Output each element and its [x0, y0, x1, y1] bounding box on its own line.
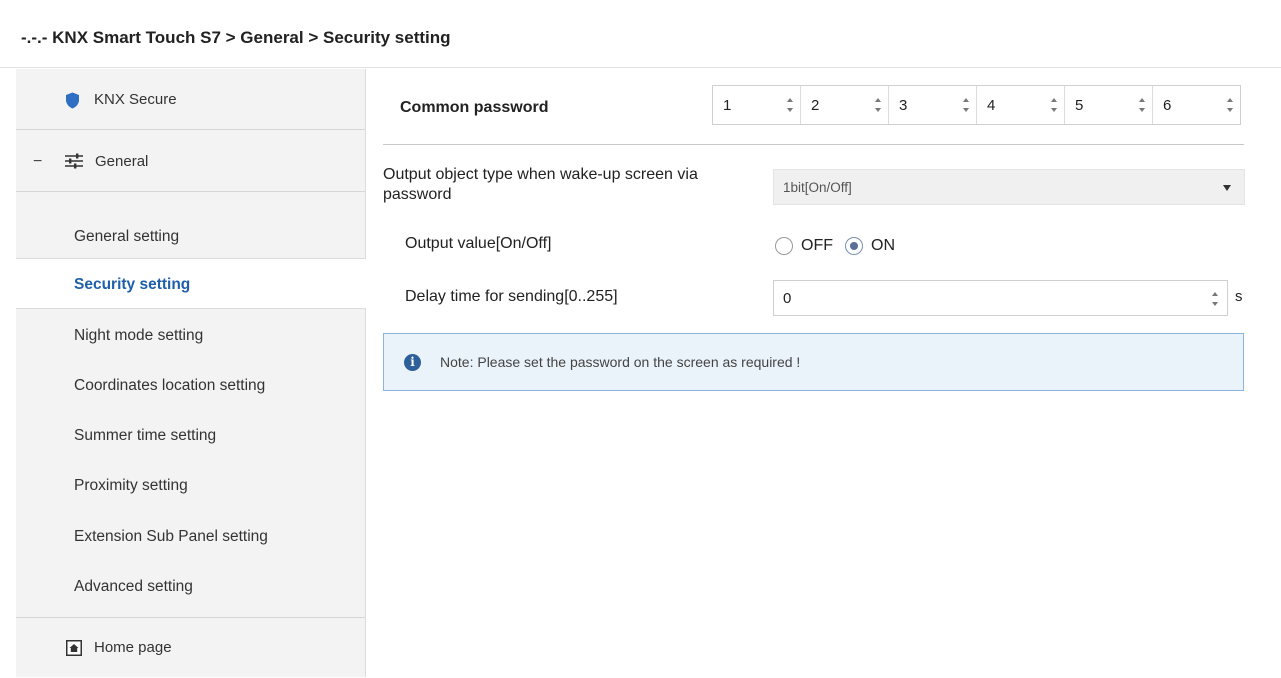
sidebar-item-knx-secure[interactable]: KNX Secure — [16, 69, 365, 130]
section-divider — [383, 144, 1244, 145]
note-text: Note: Please set the password on the scr… — [440, 354, 801, 370]
delay-time-value: 0 — [783, 290, 792, 307]
password-digit-value: 4 — [987, 97, 996, 114]
sidebar-item-summer-time-setting[interactable]: Summer time setting — [16, 410, 365, 461]
output-value-label: Output value[On/Off] — [405, 235, 552, 252]
radio-off-label[interactable]: OFF — [801, 237, 833, 255]
sidebar-item-coordinates-location-setting[interactable]: Coordinates location setting — [16, 360, 365, 411]
spinner-arrows-icon[interactable] — [1050, 96, 1058, 116]
sidebar-item-night-mode-setting[interactable]: Night mode setting — [16, 310, 365, 361]
collapse-icon[interactable]: − — [33, 131, 42, 192]
sliders-icon — [64, 153, 84, 169]
delay-time-unit: s — [1235, 288, 1243, 305]
sidebar: KNX Secure − General General setting Sec… — [16, 69, 366, 677]
home-icon — [66, 640, 82, 656]
password-digit-4[interactable]: 4 — [977, 86, 1065, 124]
info-icon: i — [404, 354, 421, 371]
password-digit-value: 6 — [1163, 97, 1172, 114]
sidebar-item-label: General — [95, 153, 149, 170]
password-digit-3[interactable]: 3 — [889, 86, 977, 124]
password-digit-value: 2 — [811, 97, 820, 114]
select-value: 1bit[On/Off] — [783, 180, 852, 195]
spinner-arrows-icon[interactable] — [786, 96, 794, 116]
shield-icon — [65, 92, 80, 109]
sidebar-item-label: KNX Secure — [94, 91, 177, 108]
sidebar-group-general[interactable]: − General — [16, 131, 365, 192]
sidebar-item-proximity-setting[interactable]: Proximity setting — [16, 460, 365, 511]
password-digit-value: 3 — [899, 97, 908, 114]
sidebar-item-advanced-setting[interactable]: Advanced setting — [16, 561, 365, 612]
password-digit-5[interactable]: 5 — [1065, 86, 1153, 124]
output-object-type-select[interactable]: 1bit[On/Off] — [773, 169, 1245, 205]
password-digit-2[interactable]: 2 — [801, 86, 889, 124]
sidebar-item-label: Home page — [94, 639, 172, 656]
common-password-label: Common password — [400, 99, 549, 116]
note-banner: i Note: Please set the password on the s… — [383, 333, 1244, 391]
spinner-arrows-icon[interactable] — [874, 96, 882, 116]
output-object-type-label: Output object type when wake-up screen v… — [383, 166, 698, 203]
settings-panel: Common password 1 2 3 4 5 6 Output objec… — [366, 69, 1281, 677]
output-value-radio-group: OFF ON — [775, 234, 907, 258]
password-digit-value: 1 — [723, 97, 732, 114]
chevron-down-icon — [1223, 185, 1231, 191]
breadcrumb-title: -.-.- KNX Smart Touch S7 > General > Sec… — [0, 0, 1281, 68]
sidebar-item-security-setting[interactable]: Security setting — [16, 258, 366, 309]
delay-time-input[interactable]: 0 — [773, 280, 1228, 316]
radio-on-label[interactable]: ON — [871, 237, 895, 255]
sidebar-item-extension-sub-panel-setting[interactable]: Extension Sub Panel setting — [16, 511, 365, 562]
sidebar-item-general-setting[interactable]: General setting — [16, 211, 365, 262]
spinner-arrows-icon[interactable] — [962, 96, 970, 116]
password-digit-value: 5 — [1075, 97, 1084, 114]
password-digit-6[interactable]: 6 — [1153, 86, 1240, 124]
password-digit-1[interactable]: 1 — [713, 86, 801, 124]
common-password-input-group: 1 2 3 4 5 6 — [712, 85, 1241, 125]
spinner-arrows-icon[interactable] — [1138, 96, 1146, 116]
delay-time-label: Delay time for sending[0..255] — [405, 288, 618, 305]
radio-on[interactable] — [845, 237, 863, 255]
spinner-arrows-icon[interactable] — [1226, 96, 1234, 116]
radio-off[interactable] — [775, 237, 793, 255]
sidebar-item-home-page[interactable]: Home page — [16, 617, 365, 677]
spinner-arrows-icon[interactable] — [1211, 290, 1219, 310]
